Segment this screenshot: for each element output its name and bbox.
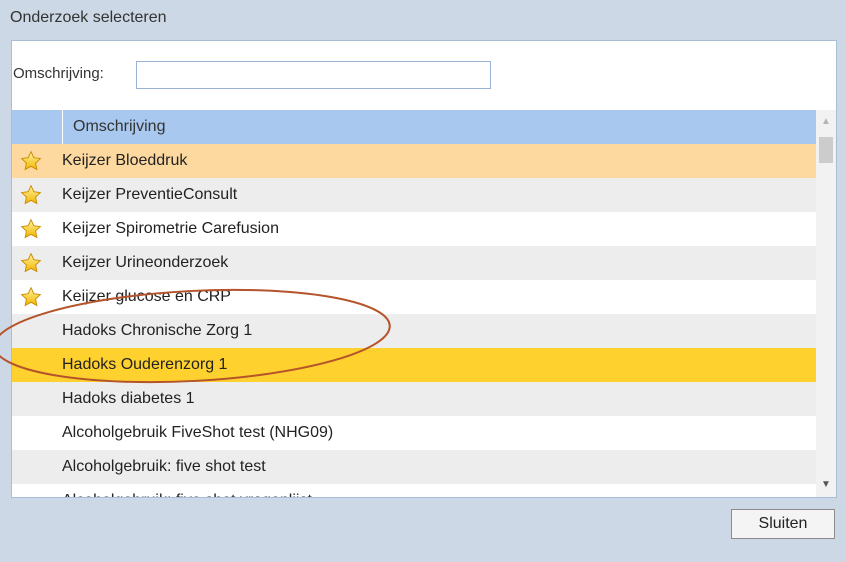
star-icon	[20, 252, 42, 274]
table-row[interactable]: Keijzer glucose en CRP	[12, 280, 816, 314]
star-icon	[20, 150, 42, 172]
table-row[interactable]: Alcoholgebruik: five shot test	[12, 450, 816, 484]
star-icon	[20, 286, 42, 308]
star-icon	[20, 218, 42, 240]
row-label: Alcoholgebruik FiveShot test (NHG09)	[62, 424, 334, 441]
row-label: Keijzer Urineonderzoek	[62, 254, 229, 271]
table-row[interactable]: Keijzer PreventieConsult	[12, 178, 816, 212]
arrow-down-icon[interactable]: ▼	[816, 473, 836, 497]
grid-rows: Keijzer Bloeddruk Keijzer PreventieConsul…	[12, 144, 816, 497]
table-row[interactable]: Hadoks Chronische Zorg 1	[12, 314, 816, 348]
table-row[interactable]: Alcoholgebruik FiveShot test (NHG09)	[12, 416, 816, 450]
grid-scrollbar[interactable]: ▲ ▼	[816, 110, 836, 497]
search-input[interactable]	[136, 61, 491, 89]
arrow-up-icon[interactable]: ▲	[816, 110, 836, 134]
row-label: Keijzer Spirometrie Carefusion	[62, 220, 279, 237]
grid-header: Omschrijving	[12, 110, 816, 144]
dialog: Onderzoek selecteren Omschrijving: Omsch…	[0, 0, 845, 562]
row-label: Hadoks diabetes 1	[62, 390, 195, 407]
close-button[interactable]: Sluiten	[731, 509, 835, 539]
table-row[interactable]: Keijzer Urineonderzoek	[12, 246, 816, 280]
table-row[interactable]: Keijzer Bloeddruk	[12, 144, 816, 178]
search-label: Omschrijving:	[13, 65, 104, 82]
table-row[interactable]: Keijzer Spirometrie Carefusion	[12, 212, 816, 246]
row-label: Alcoholgebruik: five shot vragenlijst	[62, 484, 312, 497]
table-row[interactable]: Alcoholgebruik: five shot vragenlijst	[12, 484, 816, 497]
row-label: Hadoks Ouderenzorg 1	[62, 356, 228, 373]
row-label: Alcoholgebruik: five shot test	[62, 458, 266, 475]
row-label: Keijzer PreventieConsult	[62, 186, 238, 203]
row-label: Keijzer glucose en CRP	[62, 288, 231, 305]
results-grid: Omschrijving Keijzer Bloeddruk Keijzer Pr…	[12, 110, 816, 497]
star-icon	[20, 184, 42, 206]
column-header-omschrijving[interactable]: Omschrijving	[62, 110, 802, 144]
table-row[interactable]: Hadoks diabetes 1	[12, 382, 816, 416]
row-label: Hadoks Chronische Zorg 1	[62, 322, 253, 339]
row-label: Keijzer Bloeddruk	[62, 152, 188, 169]
dialog-title: Onderzoek selecteren	[10, 9, 167, 26]
scroll-thumb[interactable]	[819, 137, 833, 163]
table-row[interactable]: Hadoks Ouderenzorg 1	[12, 348, 816, 382]
